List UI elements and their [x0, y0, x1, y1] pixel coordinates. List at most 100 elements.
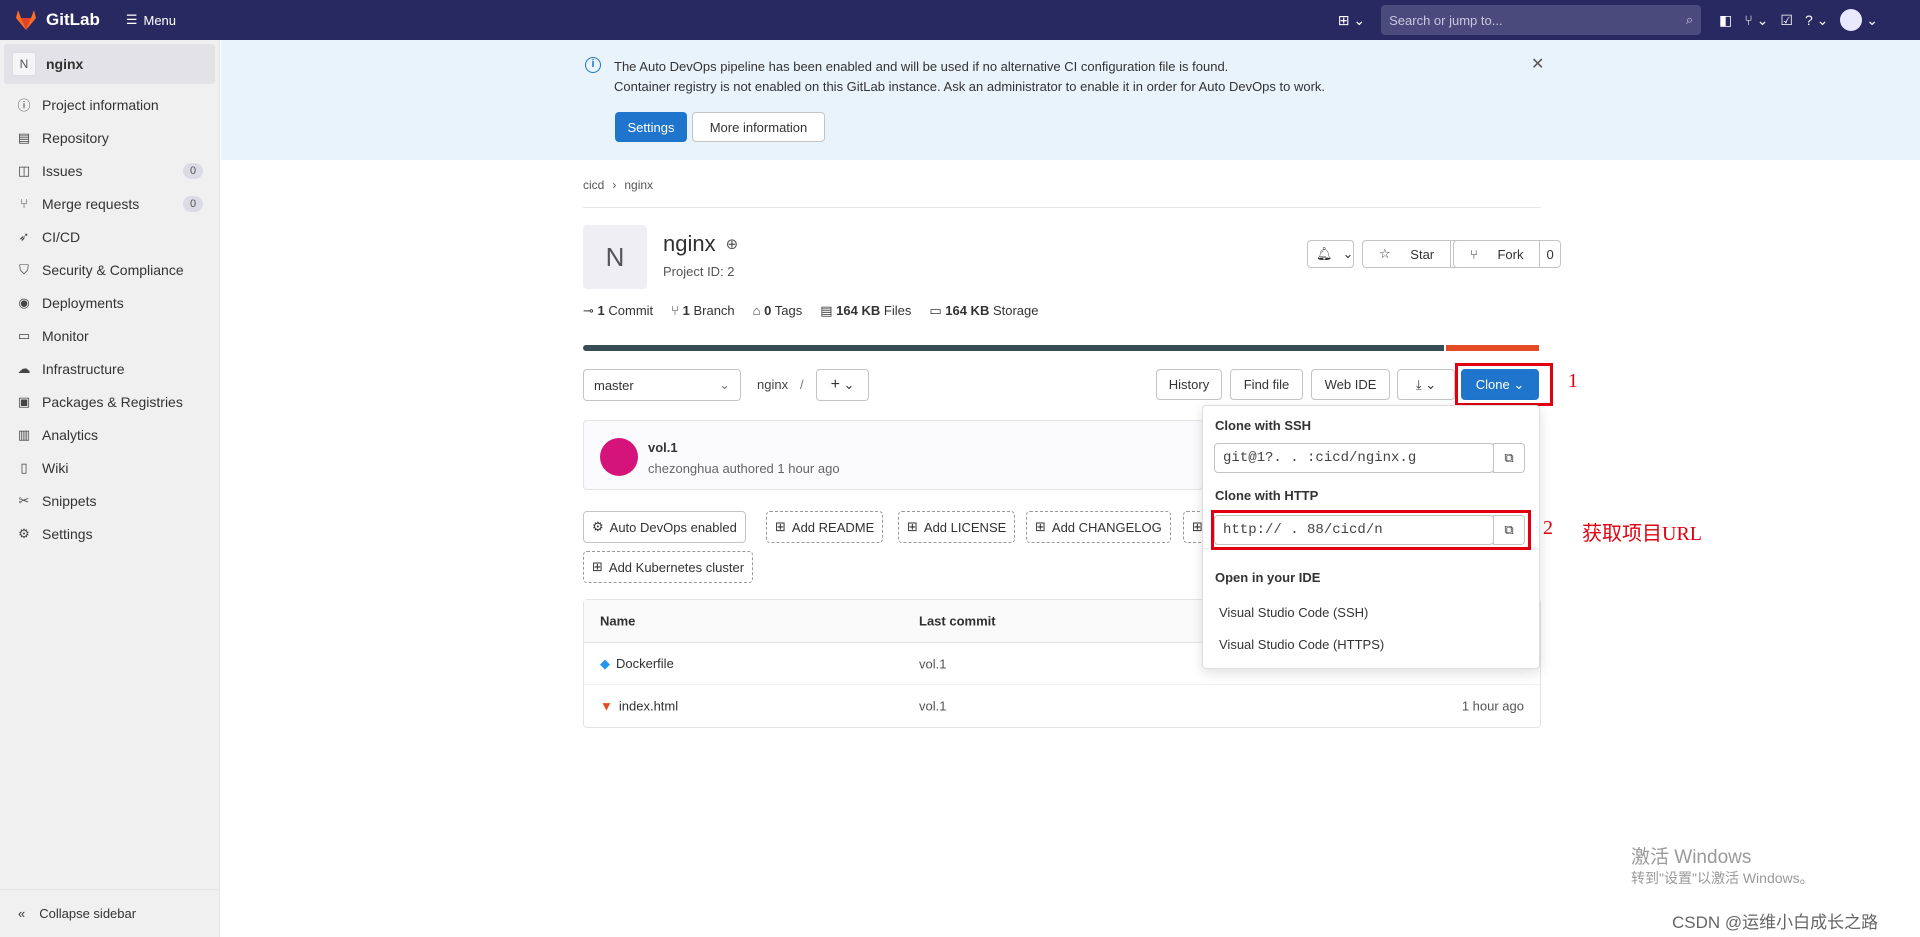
- find-file-button[interactable]: Find file: [1230, 369, 1303, 400]
- chevron-down-icon: ⌄: [1425, 376, 1437, 392]
- language-bar: [583, 345, 1541, 351]
- annotation-box-1: [1455, 363, 1553, 406]
- file-name[interactable]: Dockerfile: [616, 656, 674, 671]
- brand-name: GitLab: [46, 10, 100, 29]
- sidebar-item-security[interactable]: ⛉ Security & Compliance: [0, 253, 219, 286]
- user-menu-button[interactable]: ⌄: [1834, 6, 1884, 34]
- search-input[interactable]: Search or jump to... ⌕: [1381, 5, 1702, 35]
- banner-message: The Auto DevOps pipeline has been enable…: [614, 57, 1325, 97]
- sidebar-item-infrastructure[interactable]: ☁ Infrastructure: [0, 352, 219, 385]
- commit-icon: ⊸: [583, 303, 594, 318]
- sidebar-item-merge-requests[interactable]: ⑂ Merge requests 0: [0, 187, 219, 220]
- files-stat[interactable]: ▤ 164 KB Files: [820, 303, 911, 319]
- banner-settings-button[interactable]: Settings: [615, 112, 687, 142]
- plus-icon: +: [830, 376, 840, 393]
- add-kubernetes-label: Add Kubernetes cluster: [608, 559, 745, 575]
- auto-devops-enabled-button[interactable]: ⚙ Auto DevOps enabled: [583, 511, 746, 543]
- branches-stat[interactable]: ⑂ 1 Branch: [671, 303, 735, 319]
- sidebar-item-label: Analytics: [42, 426, 99, 443]
- annotation-number-1: 1: [1568, 370, 1578, 392]
- file-commit[interactable]: vol.1: [919, 656, 946, 671]
- sidebar-item-project-information[interactable]: ⓘ Project information: [0, 88, 219, 121]
- branches-count: 1: [682, 303, 690, 318]
- merge-requests-nav-button[interactable]: ⑂ ⌄: [1738, 6, 1774, 34]
- sidebar-item-repository[interactable]: ▤ Repository: [0, 121, 219, 154]
- add-file-dropdown[interactable]: + ⌄: [816, 369, 869, 401]
- branch-selector[interactable]: master ⌄: [583, 369, 741, 401]
- issues-nav-button[interactable]: ◧: [1713, 6, 1738, 34]
- commits-label: Commit: [608, 303, 654, 318]
- collapse-sidebar-button[interactable]: « Collapse sidebar: [0, 889, 220, 937]
- commits-stat[interactable]: ⊸ 1 Commit: [583, 303, 653, 319]
- sidebar-item-deployments[interactable]: ◉ Deployments: [0, 286, 219, 319]
- tanuki-icon: [16, 10, 36, 30]
- menu-button[interactable]: ☰ Menu: [126, 12, 176, 28]
- path-root[interactable]: nginx: [757, 377, 788, 392]
- add-license-button[interactable]: ⊞ Add LICENSE: [898, 511, 1016, 543]
- vscode-https-item[interactable]: Visual Studio Code (HTTPS): [1219, 637, 1384, 652]
- sidebar-project-header[interactable]: N nginx: [4, 44, 215, 84]
- storage-icon: ▭: [929, 303, 942, 318]
- gitlab-logo[interactable]: GitLab: [14, 9, 100, 31]
- breadcrumb-group-link[interactable]: cicd: [583, 178, 604, 192]
- commit-title[interactable]: vol.1: [648, 440, 678, 455]
- search-placeholder: Search or jump to...: [1389, 12, 1503, 28]
- new-dropdown-button[interactable]: ⊞ ⌄: [1332, 6, 1371, 34]
- language-segment-dockerfile: [583, 345, 1444, 351]
- project-avatar-small: N: [12, 52, 36, 76]
- sidebar-item-label: Security & Compliance: [42, 261, 184, 278]
- sidebar-item-label: Deployments: [42, 294, 124, 311]
- sidebar-item-wiki[interactable]: ▯ Wiki: [0, 451, 219, 484]
- commit-meta: chezonghua authored 1 hour ago: [648, 461, 840, 476]
- sidebar-item-snippets[interactable]: ✂ Snippets: [0, 484, 219, 517]
- file-commit[interactable]: vol.1: [919, 699, 946, 714]
- sidebar-item-monitor[interactable]: ▭ Monitor: [0, 319, 219, 352]
- sidebar-item-analytics[interactable]: ▥ Analytics: [0, 418, 219, 451]
- table-row[interactable]: ▼ index.html vol.1 1 hour ago: [584, 685, 1540, 727]
- clone-http-label: Clone with HTTP: [1215, 488, 1319, 503]
- download-dropdown[interactable]: ⤓ ⌄: [1397, 369, 1455, 400]
- copy-ssh-button[interactable]: ⧉: [1493, 443, 1525, 473]
- ssh-url-field[interactable]: git@1?. . :cicd/nginx.g: [1214, 443, 1494, 473]
- help-nav-button[interactable]: ? ⌄: [1799, 6, 1834, 34]
- plus-square-icon: ⊞: [1035, 519, 1046, 534]
- mr-count-badge: 0: [183, 195, 203, 212]
- project-avatar: N: [583, 225, 647, 289]
- notification-dropdown[interactable]: 🔔︎ ⌄: [1307, 240, 1354, 268]
- storage-label: Storage: [992, 303, 1039, 318]
- chevron-down-icon: ⌄: [1866, 11, 1878, 28]
- files-size: 164 KB: [836, 303, 881, 318]
- file-name[interactable]: index.html: [619, 699, 678, 714]
- add-changelog-button[interactable]: ⊞ Add CHANGELOG: [1026, 511, 1171, 543]
- vscode-ssh-item[interactable]: Visual Studio Code (SSH): [1219, 605, 1368, 620]
- todos-nav-button[interactable]: ☑: [1774, 6, 1799, 34]
- doc-icon: ▤: [17, 129, 31, 145]
- path-separator: /: [800, 377, 804, 392]
- globe-icon: ⊕: [725, 236, 739, 253]
- annotation-box-2: [1211, 510, 1531, 550]
- tags-stat[interactable]: ⌂ 0 Tags: [753, 303, 803, 319]
- info-icon: ⓘ: [17, 98, 31, 113]
- close-icon[interactable]: ✕: [1531, 54, 1544, 74]
- sidebar-item-cicd[interactable]: ➶ CI/CD: [0, 220, 219, 253]
- add-readme-button[interactable]: ⊞ Add README: [766, 511, 884, 543]
- monitor-icon: ▭: [17, 327, 31, 343]
- sidebar-item-settings[interactable]: ⚙ Settings: [0, 517, 219, 550]
- sidebar-item-label: Snippets: [42, 492, 97, 509]
- breadcrumb: cicd › nginx: [583, 178, 653, 192]
- breadcrumb-project-link[interactable]: nginx: [624, 178, 653, 192]
- storage-stat[interactable]: ▭ 164 KB Storage: [929, 303, 1038, 319]
- add-kubernetes-button[interactable]: ⊞ Add Kubernetes cluster: [583, 551, 754, 583]
- todo-check-icon: ☑: [1780, 11, 1793, 28]
- docker-icon: ◆: [600, 655, 610, 671]
- history-button[interactable]: History: [1156, 369, 1222, 400]
- fork-button[interactable]: ⑂ Fork 0: [1453, 240, 1561, 268]
- file-icon: ▤: [820, 303, 833, 318]
- merge-request-icon: ⑂: [1744, 12, 1753, 28]
- web-ide-button[interactable]: Web IDE: [1311, 369, 1390, 400]
- sidebar-item-issues[interactable]: ◫ Issues 0: [0, 154, 219, 187]
- issues-count-badge: 0: [183, 162, 203, 179]
- banner-more-info-button[interactable]: More information: [692, 112, 825, 142]
- sidebar-item-packages[interactable]: ▣ Packages & Registries: [0, 385, 219, 418]
- windows-activate-sub: 转到"设置"以激活 Windows。: [1631, 870, 1814, 886]
